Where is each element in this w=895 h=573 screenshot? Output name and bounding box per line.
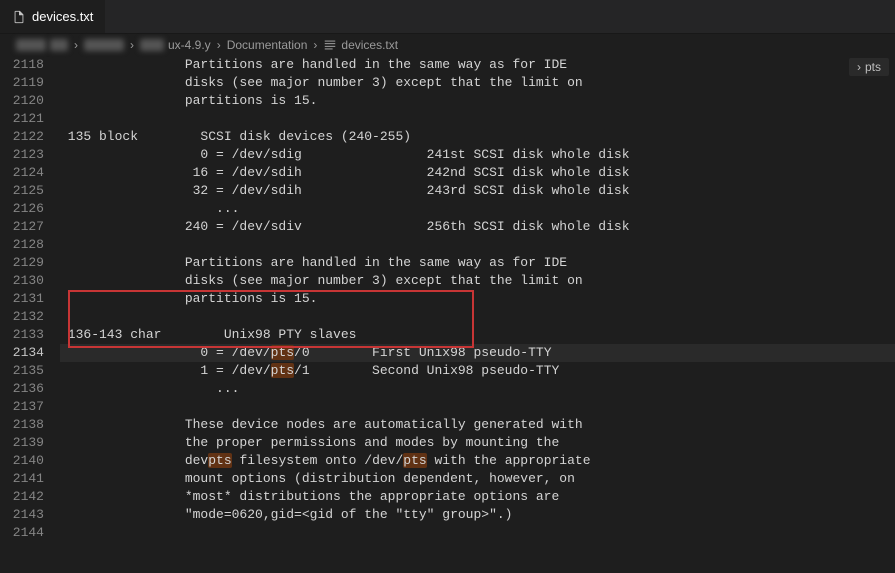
code-line[interactable]: disks (see major number 3) except that t… (60, 272, 895, 290)
tab-filename: devices.txt (32, 9, 93, 24)
line-number: 2118 (13, 57, 44, 72)
code-line[interactable]: devpts filesystem onto /dev/pts with the… (60, 452, 895, 470)
line-number: 2129 (13, 255, 44, 270)
line-number: 2134 (13, 345, 44, 360)
line-number: 2139 (13, 435, 44, 450)
code-line[interactable] (60, 308, 895, 326)
chevron-right-icon: › (857, 60, 861, 74)
line-number: 2137 (13, 399, 44, 414)
breadcrumb-blurred-2 (50, 39, 68, 51)
line-number: 2131 (13, 291, 44, 306)
line-number: 2135 (13, 363, 44, 378)
code-content[interactable]: Partitions are handled in the same way a… (60, 56, 895, 573)
line-number: 2144 (13, 525, 44, 540)
chevron-right-icon: › (72, 38, 80, 52)
search-highlight: pts (403, 453, 426, 468)
line-number: 2122 (13, 129, 44, 144)
breadcrumb-seg[interactable]: ux-4.9.y (168, 38, 211, 52)
code-line[interactable]: 136-143 char Unix98 PTY slaves (60, 326, 895, 344)
line-number: 2143 (13, 507, 44, 522)
vertical-scrollbar[interactable] (883, 56, 895, 573)
code-line[interactable]: 135 block SCSI disk devices (240-255) (60, 128, 895, 146)
line-number: 2133 (13, 327, 44, 342)
breadcrumb-seg[interactable]: devices.txt (341, 38, 398, 52)
line-number: 2123 (13, 147, 44, 162)
chevron-right-icon: › (215, 38, 223, 52)
line-number: 2132 (13, 309, 44, 324)
code-line[interactable]: 0 = /dev/pts/0 First Unix98 pseudo-TTY (60, 344, 895, 362)
code-line[interactable] (60, 524, 895, 542)
chevron-right-icon: › (128, 38, 136, 52)
line-number: 2125 (13, 183, 44, 198)
tab-bar: devices.txt (0, 0, 895, 34)
editor-area[interactable]: 2118 2119 2120 2121 2122 2123 2124 2125 2126 2127… (0, 56, 895, 573)
breadcrumb[interactable]: › › ux-4.9.y › Documentation › devices.t… (0, 34, 895, 56)
code-line[interactable]: partitions is 15. (60, 290, 895, 308)
code-line[interactable]: the proper permissions and modes by moun… (60, 434, 895, 452)
line-number: 2119 (13, 75, 44, 90)
line-number-gutter: 2118 2119 2120 2121 2122 2123 2124 2125 2126 2127… (0, 56, 60, 573)
code-line[interactable]: *most* distributions the appropriate opt… (60, 488, 895, 506)
line-number: 2141 (13, 471, 44, 486)
breadcrumb-blurred-1 (16, 39, 46, 51)
search-highlight: pts (271, 345, 294, 360)
file-icon (323, 38, 337, 52)
code-line[interactable] (60, 110, 895, 128)
line-number: 2126 (13, 201, 44, 216)
code-line[interactable]: 32 = /dev/sdih 243rd SCSI disk whole dis… (60, 182, 895, 200)
line-number: 2138 (13, 417, 44, 432)
code-line[interactable]: "mode=0620,gid=<gid of the "tty" group>"… (60, 506, 895, 524)
code-line[interactable]: 1 = /dev/pts/1 Second Unix98 pseudo-TTY (60, 362, 895, 380)
line-number: 2142 (13, 489, 44, 504)
line-number: 2140 (13, 453, 44, 468)
code-line[interactable]: Partitions are handled in the same way a… (60, 254, 895, 272)
line-number: 2128 (13, 237, 44, 252)
code-line[interactable]: partitions is 15. (60, 92, 895, 110)
code-line[interactable] (60, 398, 895, 416)
code-line[interactable]: ... (60, 380, 895, 398)
editor-tab[interactable]: devices.txt (0, 0, 106, 33)
breadcrumb-seg[interactable]: Documentation (227, 38, 308, 52)
line-number: 2120 (13, 93, 44, 108)
search-highlight: pts (208, 453, 231, 468)
code-line[interactable] (60, 236, 895, 254)
code-line[interactable]: mount options (distribution dependent, h… (60, 470, 895, 488)
line-number: 2130 (13, 273, 44, 288)
code-line[interactable]: 240 = /dev/sdiv 256th SCSI disk whole di… (60, 218, 895, 236)
line-number: 2127 (13, 219, 44, 234)
line-number: 2136 (13, 381, 44, 396)
line-number: 2124 (13, 165, 44, 180)
breadcrumb-blurred-4 (140, 39, 164, 51)
search-highlight: pts (271, 363, 294, 378)
code-line[interactable]: Partitions are handled in the same way a… (60, 56, 895, 74)
file-icon (12, 10, 26, 24)
breadcrumb-blurred-3 (84, 39, 124, 51)
chevron-right-icon: › (311, 38, 319, 52)
code-line[interactable]: These device nodes are automatically gen… (60, 416, 895, 434)
code-line[interactable]: 16 = /dev/sdih 242nd SCSI disk whole dis… (60, 164, 895, 182)
code-line[interactable]: ... (60, 200, 895, 218)
minimap-breadcrumb-label: pts (865, 60, 881, 74)
code-line[interactable]: disks (see major number 3) except that t… (60, 74, 895, 92)
line-number: 2121 (13, 111, 44, 126)
code-line[interactable]: 0 = /dev/sdig 241st SCSI disk whole disk (60, 146, 895, 164)
